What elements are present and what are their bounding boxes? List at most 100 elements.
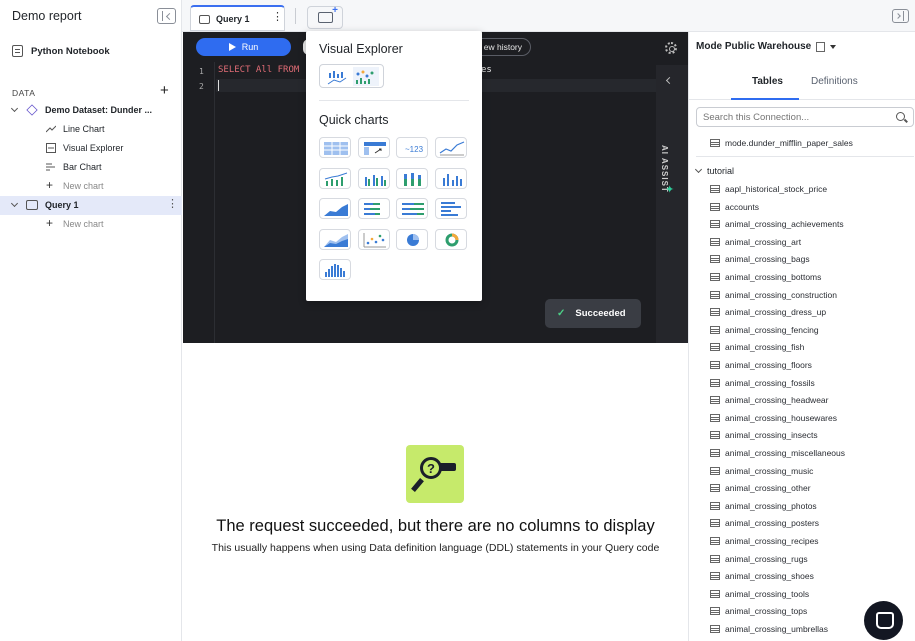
svg-text:~123: ~123 xyxy=(405,145,424,154)
table-item[interactable]: animal_crossing_music xyxy=(710,463,813,479)
query-new-chart-button[interactable]: + New chart xyxy=(0,215,182,234)
table-item[interactable]: animal_crossing_miscellaneous xyxy=(710,445,845,461)
chat-support-icon[interactable] xyxy=(864,601,903,640)
chevron-down-icon[interactable] xyxy=(10,104,19,113)
table-item[interactable]: animal_crossing_housewares xyxy=(710,410,837,426)
more-options-icon[interactable]: ⋮ xyxy=(272,12,283,23)
tab-bar: Query 1 ⋮ xyxy=(182,0,915,32)
table-item[interactable]: accounts xyxy=(710,199,759,215)
table-item[interactable]: animal_crossing_dress_up xyxy=(710,304,826,320)
table-item[interactable]: animal_crossing_tools xyxy=(710,586,809,602)
stacked-column-chart-button[interactable] xyxy=(396,167,428,189)
scatter-plot-button[interactable] xyxy=(357,228,390,250)
table-item[interactable]: animal_crossing_tops xyxy=(710,603,807,619)
pivot-table-button[interactable] xyxy=(357,137,390,158)
pie-chart-button[interactable] xyxy=(396,228,428,250)
table-icon xyxy=(710,449,720,457)
stacked-area-chart-button[interactable] xyxy=(319,228,351,250)
horizontal-stacked-bar-button[interactable] xyxy=(357,198,390,219)
table-item[interactable]: animal_crossing_recipes xyxy=(710,533,819,549)
donut-chart-button[interactable] xyxy=(434,228,467,250)
gear-icon[interactable] xyxy=(665,42,677,54)
chevron-down-icon[interactable] xyxy=(10,199,19,208)
tab-tables[interactable]: Tables xyxy=(752,76,783,87)
table-name: animal_crossing_fossils xyxy=(725,377,815,388)
toggle-right-panel-icon[interactable] xyxy=(892,9,909,23)
success-label: Succeeded xyxy=(575,308,626,319)
table-item[interactable]: animal_crossing_fencing xyxy=(710,322,819,338)
visual-explorer-button[interactable] xyxy=(319,64,384,88)
horizontal-bar-chart-button[interactable] xyxy=(434,198,467,219)
table-item[interactable]: mode.dunder_mifflin_paper_sales xyxy=(710,135,853,151)
table-name: animal_crossing_fencing xyxy=(725,324,819,335)
table-chart-button[interactable] xyxy=(319,137,351,158)
table-item[interactable]: aapl_historical_stock_price xyxy=(710,181,827,197)
table-icon xyxy=(710,308,720,317)
table-name: aapl_historical_stock_price xyxy=(725,184,828,194)
ai-assist-panel[interactable]: AI ASSIST ✦ xyxy=(656,65,688,343)
table-item[interactable]: animal_crossing_bottoms xyxy=(710,269,821,285)
visual-explorer-heading: Visual Explorer xyxy=(319,42,403,56)
table-item[interactable]: animal_crossing_floors xyxy=(710,357,812,373)
table-name: animal_crossing_insects xyxy=(725,430,818,441)
collapse-sidebar-icon[interactable] xyxy=(157,8,176,24)
connection-search[interactable] xyxy=(696,107,914,127)
histogram-button[interactable] xyxy=(319,259,351,280)
query-item[interactable]: Query 1 ⋮ xyxy=(0,196,182,215)
add-data-icon[interactable]: + xyxy=(160,83,169,98)
horizontal-100-bar-button[interactable] xyxy=(396,198,428,219)
python-notebook-item[interactable]: Python Notebook xyxy=(12,44,110,58)
run-button[interactable]: Run xyxy=(196,38,291,56)
table-item[interactable]: animal_crossing_art xyxy=(710,234,801,250)
column-chart-button[interactable] xyxy=(434,167,467,189)
empty-state-subtitle: This usually happens when using Data def… xyxy=(211,542,660,554)
table-item[interactable]: animal_crossing_construction xyxy=(710,287,837,303)
table-item[interactable]: animal_crossing_achievements xyxy=(710,216,844,232)
table-icon xyxy=(710,139,720,147)
line-bar-chart-button[interactable] xyxy=(319,167,351,189)
code-line-1[interactable]: SELECT All FROM xyxy=(218,65,299,75)
new-chart-label: New chart xyxy=(63,181,104,191)
line-gutter: 1 2 xyxy=(183,62,215,343)
table-item[interactable]: animal_crossing_bags xyxy=(710,251,810,267)
python-notebook-label: Python Notebook xyxy=(31,45,110,57)
table-item[interactable]: animal_crossing_rugs xyxy=(710,551,808,567)
warehouse-name: Mode Public Warehouse xyxy=(696,41,812,52)
success-toast: ✓ Succeeded xyxy=(545,299,641,328)
more-options-icon[interactable]: ⋮ xyxy=(167,199,178,210)
dataset-icon xyxy=(26,104,38,116)
table-name: animal_crossing_achievements xyxy=(725,219,844,230)
horizontal-stacked-bar-icon xyxy=(363,203,380,215)
table-item[interactable]: animal_crossing_fossils xyxy=(710,375,815,391)
tab-query-1[interactable]: Query 1 ⋮ xyxy=(190,5,285,31)
table-item[interactable]: animal_crossing_umbrellas xyxy=(710,621,828,637)
table-item[interactable]: animal_crossing_insects xyxy=(710,427,818,443)
report-title[interactable]: Demo report xyxy=(12,9,81,23)
sidebar-item-bar-chart[interactable]: Bar Chart xyxy=(0,158,182,177)
table-icon xyxy=(710,361,720,369)
big-number-button[interactable]: ~123 xyxy=(396,137,428,158)
warehouse-selector[interactable]: Mode Public Warehouse xyxy=(696,41,837,52)
chevron-left-icon[interactable] xyxy=(665,76,674,85)
table-icon xyxy=(710,501,720,510)
table-item[interactable]: animal_crossing_photos xyxy=(710,498,817,514)
dataset-item[interactable]: Demo Dataset: Dunder ... xyxy=(0,101,182,120)
schema-tutorial[interactable]: tutorial xyxy=(694,165,734,176)
add-chart-button[interactable] xyxy=(307,5,343,29)
table-item[interactable]: animal_crossing_fish xyxy=(710,339,804,355)
code-line-1-tail[interactable]: es xyxy=(481,65,492,75)
table-item[interactable]: animal_crossing_other xyxy=(710,480,811,496)
line-number: 1 xyxy=(199,67,204,76)
line-chart-button[interactable] xyxy=(434,137,467,158)
tab-definitions[interactable]: Definitions xyxy=(811,76,858,87)
grouped-column-chart-button[interactable] xyxy=(357,167,390,189)
table-icon xyxy=(710,519,720,528)
dataset-new-chart-button[interactable]: + New chart xyxy=(0,177,182,196)
sidebar-item-line-chart[interactable]: Line Chart xyxy=(0,120,182,139)
table-item[interactable]: animal_crossing_headwear xyxy=(710,392,828,408)
sidebar-item-visual-explorer[interactable]: Visual Explorer xyxy=(0,139,182,158)
table-item[interactable]: animal_crossing_shoes xyxy=(710,568,814,584)
search-input[interactable] xyxy=(703,112,883,123)
area-chart-button[interactable] xyxy=(319,198,351,219)
table-item[interactable]: animal_crossing_posters xyxy=(710,515,819,531)
